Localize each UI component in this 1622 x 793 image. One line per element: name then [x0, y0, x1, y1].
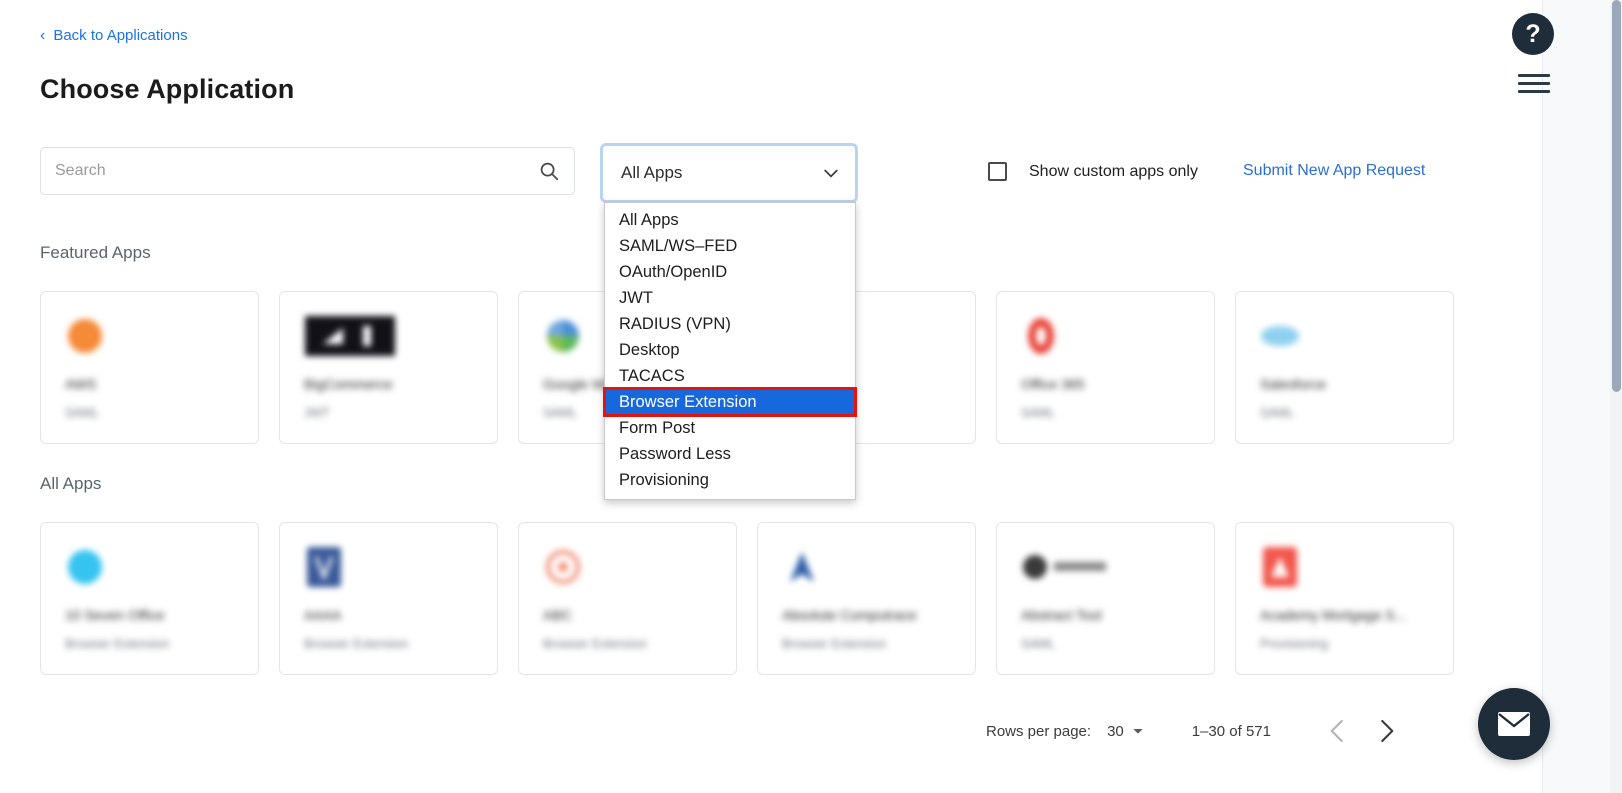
app-card-type: Provisioning — [1260, 637, 1329, 651]
app-card-name: Academy Mortgage S... — [1260, 607, 1407, 623]
dropdown-option-password-less[interactable]: Password Less — [605, 441, 855, 467]
dropdown-option-desktop[interactable]: Desktop — [605, 337, 855, 363]
dropdown-option-radius-vpn[interactable]: RADIUS (VPN) — [605, 311, 855, 337]
contact-mail-button[interactable] — [1478, 688, 1550, 760]
app-type-filter-value: All Apps — [621, 163, 683, 182]
dropdown-option-jwt[interactable]: JWT — [605, 285, 855, 311]
dropdown-option-browser-extension[interactable]: Browser Extension — [603, 387, 857, 417]
page-scrollbar-thumb[interactable] — [1612, 0, 1621, 392]
app-icon — [782, 547, 822, 587]
rows-per-page-value[interactable]: 30 — [1107, 723, 1124, 740]
app-card-name: 10 Seven Office — [65, 607, 165, 623]
chevron-left-icon[interactable] — [1323, 716, 1353, 746]
dropdown-option-oauth-openid[interactable]: OAuth/OpenID — [605, 259, 855, 285]
app-card[interactable]: 10 Seven Office Browser Extension — [40, 522, 259, 675]
show-custom-apps-only-checkbox[interactable]: Show custom apps only — [988, 162, 1198, 181]
app-icon — [1260, 547, 1300, 587]
rows-per-page-label: Rows per page: — [986, 722, 1092, 740]
featured-apps-heading: Featured Apps — [40, 243, 151, 262]
choose-application-page: ? ‹ Back to Applications Choose Applicat… — [0, 0, 1622, 793]
app-card-type: SAML — [1021, 406, 1056, 420]
app-icon — [543, 547, 583, 587]
back-link-label: Back to Applications — [53, 27, 188, 44]
app-icon — [543, 316, 583, 356]
mail-envelope-icon — [1498, 712, 1530, 736]
back-to-applications-link[interactable]: ‹ Back to Applications — [40, 27, 188, 44]
search-input[interactable] — [55, 162, 538, 180]
search-box[interactable] — [40, 147, 575, 195]
app-type-filter-select[interactable]: All Apps — [600, 143, 858, 203]
app-icon — [65, 316, 105, 356]
app-card[interactable]: Academy Mortgage S... Provisioning — [1235, 522, 1454, 675]
dropdown-option-form-post[interactable]: Form Post — [605, 415, 855, 441]
app-card[interactable]: Abstract Tool SAML — [996, 522, 1215, 675]
all-apps-heading: All Apps — [40, 474, 102, 493]
app-card[interactable]: ABC Browser Extension — [518, 522, 737, 675]
dropdown-option-saml-ws-fed[interactable]: SAML/WS–FED — [605, 233, 855, 259]
app-icon — [1021, 547, 1113, 587]
checkbox-box[interactable] — [988, 162, 1007, 181]
chevron-down-icon[interactable] — [821, 163, 841, 183]
app-icon — [1260, 316, 1300, 356]
help-button[interactable]: ? — [1512, 13, 1554, 55]
chevron-right-icon[interactable] — [1371, 716, 1401, 746]
main-content: ‹ Back to Applications Choose Applicatio… — [0, 0, 1500, 793]
app-icon — [65, 547, 105, 587]
help-glyph: ? — [1525, 19, 1541, 48]
dropdown-option-all-apps[interactable]: All Apps — [605, 207, 855, 233]
app-card-type: Browser Extension — [543, 637, 648, 651]
app-card[interactable]: Office 365 SAML — [996, 291, 1215, 444]
app-card[interactable]: Salesforce SAML — [1235, 291, 1454, 444]
app-card[interactable]: BigCommerce JWT — [279, 291, 498, 444]
app-icon — [304, 547, 344, 587]
app-card-type: SAML — [65, 406, 100, 420]
submit-new-app-request-link[interactable]: Submit New App Request — [1243, 162, 1425, 180]
app-icon — [1021, 316, 1061, 356]
all-apps-grid: 10 Seven Office Browser Extension AAAA B… — [40, 522, 1460, 675]
app-icon — [304, 316, 396, 356]
app-card-name: BigCommerce — [304, 376, 393, 392]
app-card-name: ABC — [543, 607, 572, 623]
show-custom-apps-only-label: Show custom apps only — [1029, 162, 1198, 180]
app-card-type: Browser Extension — [304, 637, 409, 651]
app-card[interactable]: Absolute Computrace Browser Extension — [757, 522, 976, 675]
app-card-type: Browser Extension — [65, 637, 170, 651]
search-icon[interactable] — [538, 160, 560, 182]
app-card-type: SAML — [1260, 406, 1295, 420]
dropdown-option-provisioning[interactable]: Provisioning — [605, 467, 855, 493]
chevron-left-icon: ‹ — [40, 26, 46, 44]
pagination: Rows per page: 30 1–30 of 571 — [986, 716, 1401, 746]
app-card-type: JWT — [304, 406, 330, 420]
app-card-name: Abstract Tool — [1021, 607, 1102, 623]
app-card[interactable]: AWS SAML — [40, 291, 259, 444]
app-card-name: AAAA — [304, 607, 342, 623]
pagination-range: 1–30 of 571 — [1191, 722, 1271, 740]
chevron-down-icon[interactable] — [1130, 723, 1146, 739]
hamburger-menu-icon[interactable] — [1518, 70, 1550, 96]
app-card-name: Absolute Computrace — [782, 607, 917, 623]
page-title: Choose Application — [40, 74, 295, 104]
app-card-type: SAML — [1021, 637, 1056, 651]
app-card[interactable]: AAAA Browser Extension — [279, 522, 498, 675]
app-card-name: Salesforce — [1260, 376, 1327, 392]
app-card-name: AWS — [65, 376, 97, 392]
app-card-type: Browser Extension — [782, 637, 887, 651]
app-card-name: Office 365 — [1021, 376, 1085, 392]
app-type-filter-dropdown[interactable]: All Apps SAML/WS–FED OAuth/OpenID JWT RA… — [603, 202, 857, 500]
dropdown-option-tacacs[interactable]: TACACS — [605, 363, 855, 389]
